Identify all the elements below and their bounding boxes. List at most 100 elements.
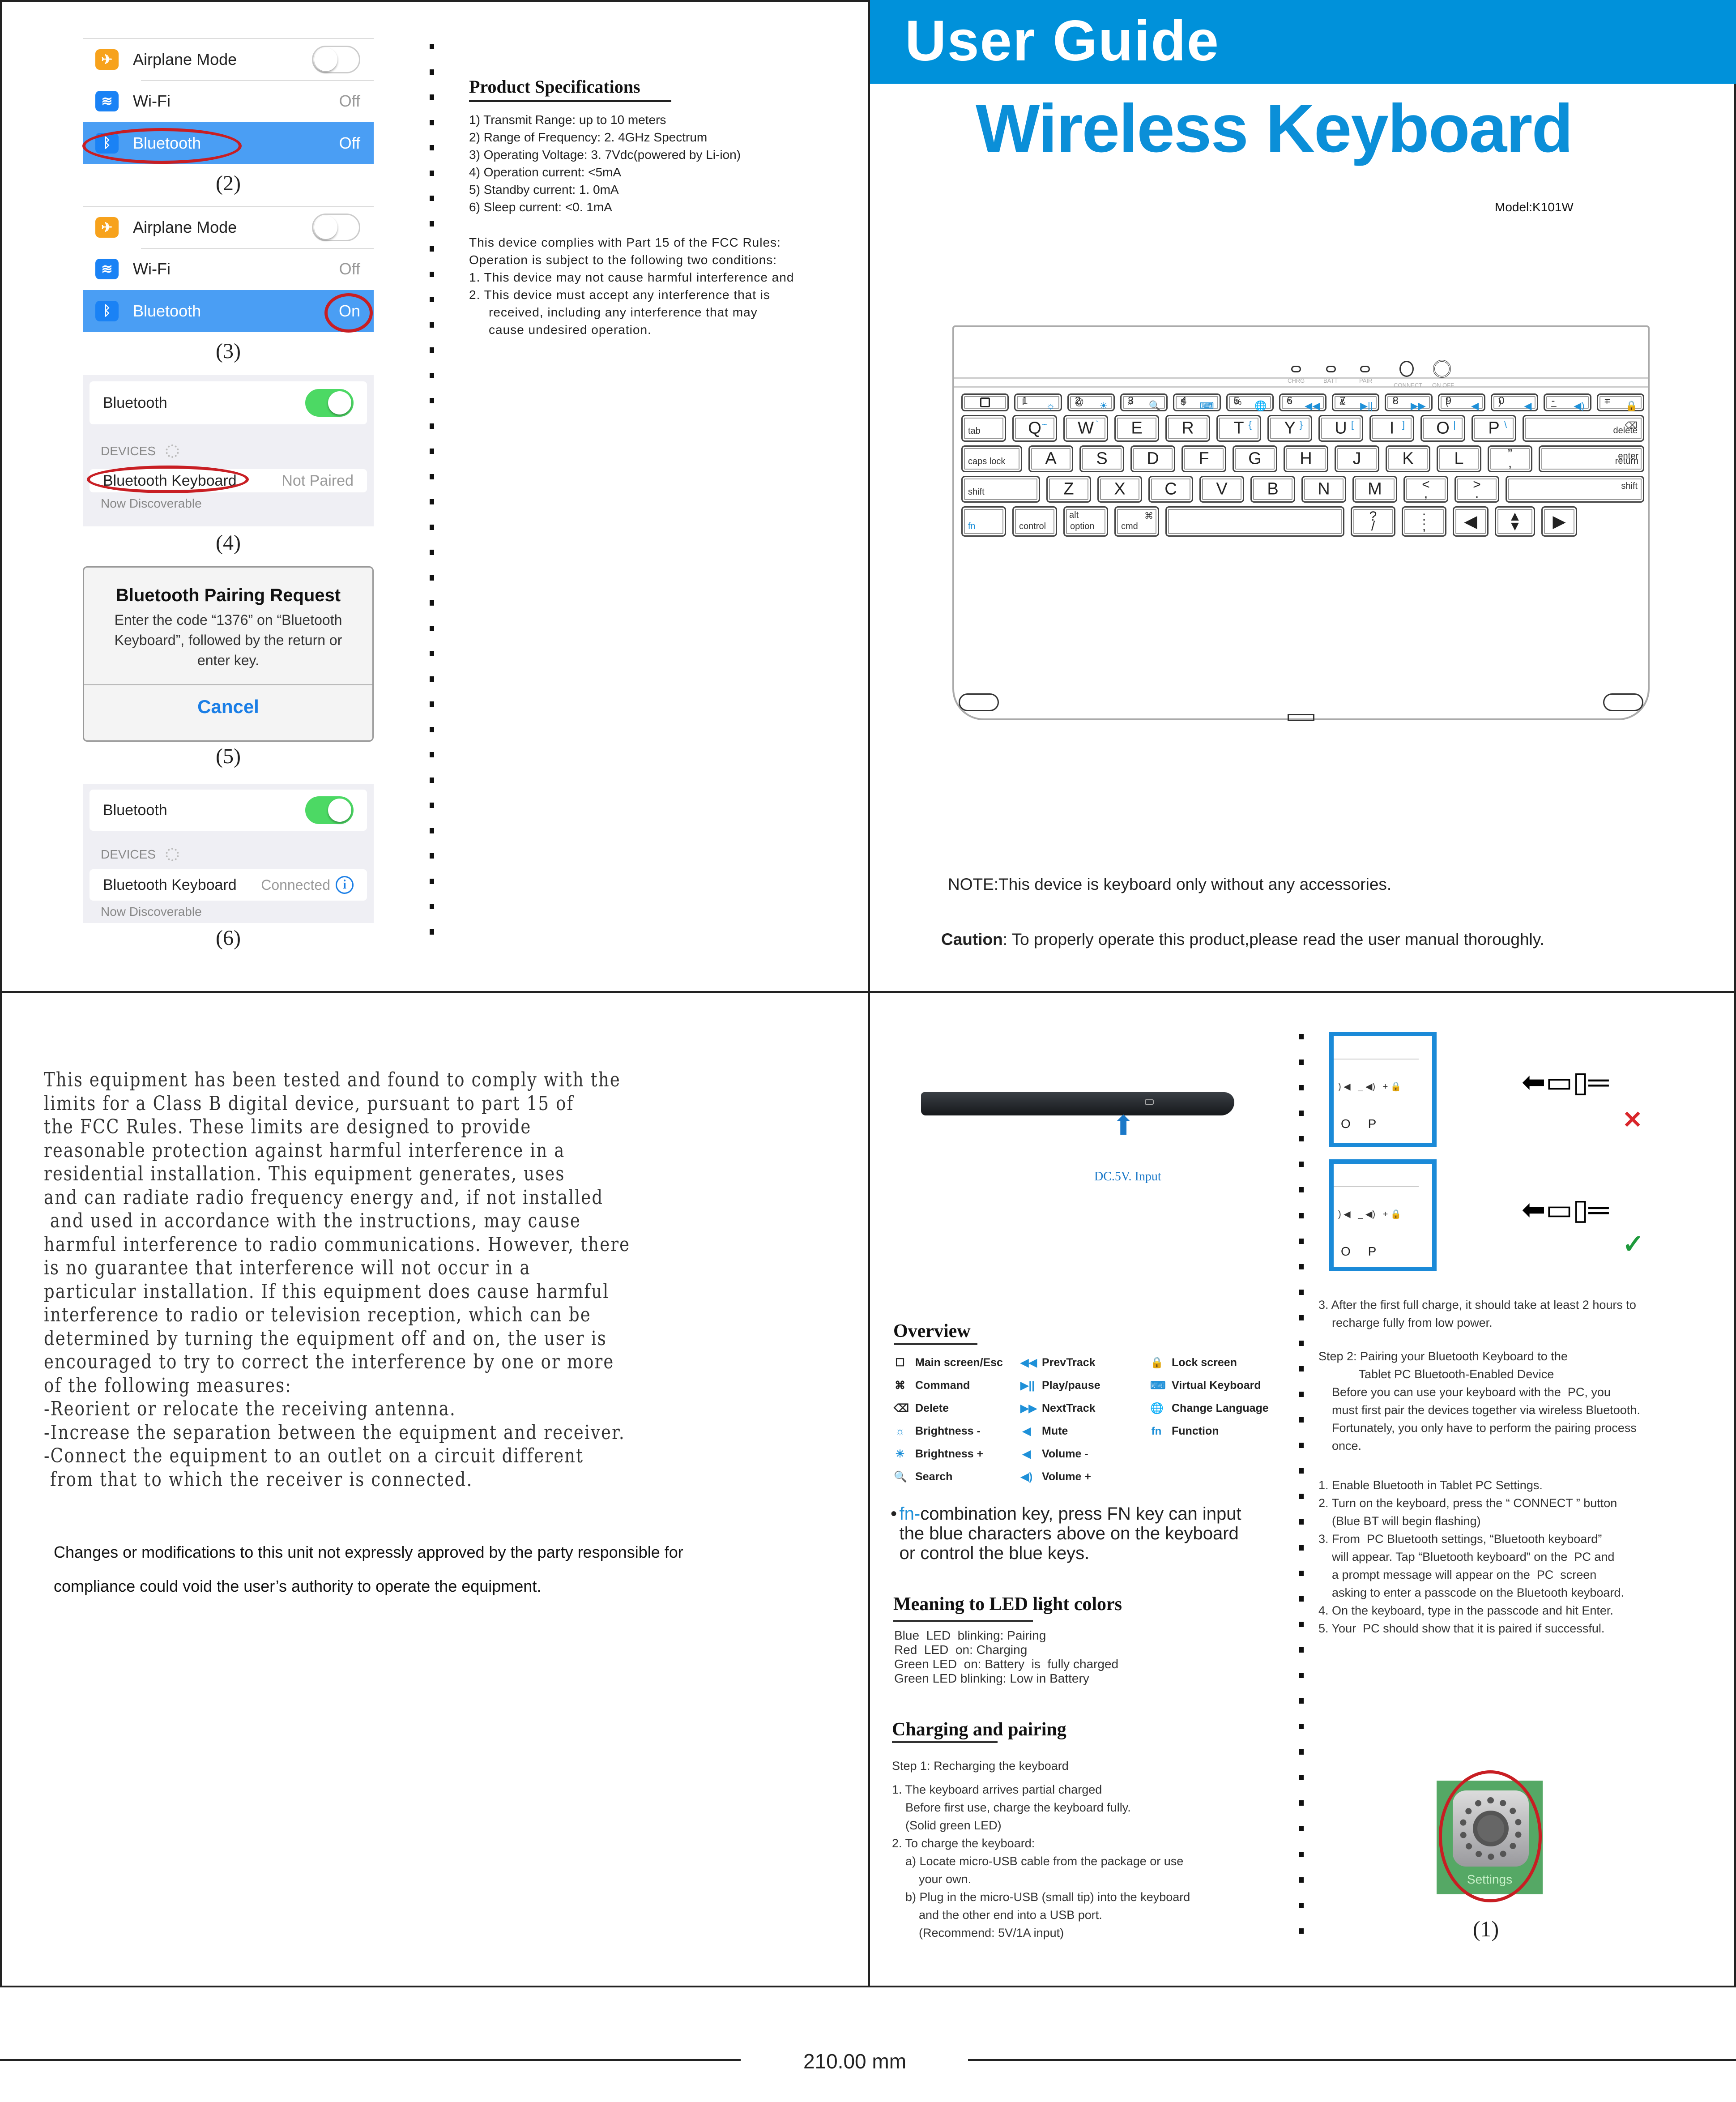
key-row5[interactable]: option alt [1063, 506, 1108, 537]
legend-label: Search [915, 1470, 953, 1483]
airplane-mode-row[interactable]: ✈ Airplane Mode [83, 38, 374, 80]
key-row1[interactable]: * 8 ▶▶ [1385, 393, 1433, 411]
text-line: Tablet PC Bluetooth-Enabled Device [1318, 1367, 1554, 1381]
key-row5[interactable]: ▼ ▲ [1495, 506, 1535, 537]
key-row4[interactable]: B [1250, 476, 1295, 503]
fn-glyph: ` [1095, 419, 1099, 430]
key-row4[interactable]: shift [1506, 476, 1644, 503]
key-row2[interactable]: delete ⌫ [1523, 415, 1644, 442]
key-row3[interactable]: H [1284, 445, 1328, 472]
airplane-mode-row[interactable]: ✈ Airplane Mode [83, 206, 374, 248]
bluetooth-toggle[interactable] [305, 389, 354, 417]
key-row2[interactable]: T{ [1216, 415, 1261, 442]
key-row1[interactable]: $4 ⌨ [1173, 393, 1221, 411]
key-row3[interactable]: ,” [1488, 445, 1532, 472]
key-row1[interactable]: & 7 ▶|| [1332, 393, 1380, 411]
highlight-ellipse [82, 128, 242, 164]
bluetooth-switch-row[interactable]: Bluetooth [90, 790, 367, 831]
key-row5[interactable]: /? [1351, 506, 1395, 537]
text-line: encouraged to try to correct the interfe… [44, 1350, 614, 1373]
key-row3[interactable]: enter return [1539, 445, 1644, 472]
connect-button[interactable] [1399, 361, 1414, 377]
key-row2[interactable]: Q ~ [1012, 415, 1057, 442]
key-row3[interactable]: S [1079, 445, 1124, 472]
text-line: Before first use, charge the keyboard fu… [892, 1801, 1131, 1814]
info-icon[interactable]: i [336, 876, 354, 894]
dialog-message: Enter the code “1376” on “Bluetooth Keyb… [114, 612, 342, 668]
key-row3[interactable]: K [1386, 445, 1430, 472]
key-row4[interactable]: N [1301, 476, 1346, 503]
text-line: reasonable protection against harmful in… [44, 1139, 565, 1162]
legend-label: Volume - [1042, 1448, 1088, 1460]
key-row2[interactable]: I] [1369, 415, 1414, 442]
key-row1[interactable]: _ - ◀) [1544, 393, 1591, 411]
cancel-button[interactable]: Cancel [84, 684, 372, 728]
key-row5[interactable]: ◀ [1453, 506, 1489, 537]
key-row3[interactable]: J [1335, 445, 1379, 472]
key-row2[interactable]: tab [961, 415, 1006, 442]
pairing-steps: 1. Enable Bluetooth in Tablet PC Setting… [1318, 1476, 1624, 1637]
key-row3[interactable]: A [1028, 445, 1073, 472]
airplane-toggle[interactable] [312, 214, 360, 241]
key-row2[interactable]: U[ [1318, 415, 1363, 442]
key-row1[interactable]: ! 1 ☼ [1014, 393, 1062, 411]
key-row2[interactable]: R [1165, 415, 1210, 442]
airplane-toggle[interactable] [312, 46, 360, 73]
charging-steps: 1. The keyboard arrives partial charged … [892, 1781, 1190, 1942]
legend-item: ◀ Volume - [1020, 1448, 1088, 1461]
pair-led [1360, 366, 1370, 372]
key-row4[interactable]: V [1199, 476, 1244, 503]
key-row4[interactable]: X [1097, 476, 1142, 503]
key-row4[interactable]: . > [1454, 476, 1499, 503]
wifi-row[interactable]: ≋ Wi-Fi Off [83, 80, 374, 122]
bluetooth-label: Bluetooth [103, 801, 167, 819]
key-row1[interactable]: + = 🔒 [1596, 393, 1644, 411]
bluetooth-toggle[interactable] [305, 796, 354, 824]
key-row4[interactable]: M [1352, 476, 1397, 503]
key-row4[interactable]: , < [1403, 476, 1448, 503]
key-row5[interactable]: control [1012, 506, 1057, 537]
text-line: and can radiate radio frequency energy a… [44, 1186, 604, 1209]
devices-header: DEVICES [83, 424, 374, 469]
key-row4[interactable]: C [1148, 476, 1193, 503]
key-row1[interactable]: (9 ◀ [1437, 393, 1486, 411]
key-row4[interactable]: shift [961, 476, 1040, 503]
key-row1[interactable]: #3 🔍 [1120, 393, 1168, 411]
key-row2[interactable]: W ` [1063, 415, 1108, 442]
key-row2[interactable]: Y} [1267, 415, 1312, 442]
key-row1[interactable]: ) 0 ◀ [1491, 393, 1539, 411]
power-switch[interactable] [1433, 360, 1451, 378]
led-meaning-list: Blue LED blinking: Pairing Red LED on: Ch… [894, 1628, 1118, 1686]
wifi-row[interactable]: ≋ Wi-Fi Off [83, 248, 374, 290]
key-row3[interactable]: L [1437, 445, 1481, 472]
key-row3[interactable]: caps lock [961, 445, 1022, 472]
home-icon [980, 397, 990, 407]
device-row[interactable]: Bluetooth Keyboard Connected i [90, 869, 367, 901]
legend-icon: ◀◀ [1020, 1357, 1037, 1369]
key-row3[interactable]: F [1182, 445, 1226, 472]
key-row2[interactable]: E [1114, 415, 1159, 442]
text-line: b) Plug in the micro-USB (small tip) int… [892, 1890, 1190, 1904]
key-row1[interactable]: % 5 🌐 [1226, 393, 1274, 411]
fcc-statement: This equipment has been tested and found… [44, 1068, 736, 1491]
key-row1[interactable]: @2 ☀ [1067, 393, 1115, 411]
fn-glyph: \ [1504, 419, 1507, 430]
key-row3[interactable]: G [1233, 445, 1277, 472]
key-row2[interactable]: O | [1420, 415, 1465, 442]
key-row5[interactable]: fn [961, 506, 1006, 537]
legend-label: Command [915, 1379, 970, 1392]
key-row1[interactable] [961, 393, 1009, 411]
key-row1[interactable]: ^ 6 ◀◀ [1279, 393, 1327, 411]
legend-icon: ▶▶ [1020, 1402, 1037, 1414]
key-row2[interactable]: P \ [1472, 415, 1516, 442]
bluetooth-switch-row[interactable]: Bluetooth [90, 381, 367, 424]
key-row5[interactable]: cmd ⌘ [1114, 506, 1159, 537]
key-row5[interactable]: ;: [1402, 506, 1446, 537]
text-line: must first pair the devices together via… [1318, 1403, 1640, 1417]
key-row3[interactable]: D [1130, 445, 1175, 472]
step-caption: (6) [216, 926, 241, 950]
key-row5[interactable] [1165, 506, 1344, 537]
key-row4[interactable]: Z [1046, 476, 1091, 503]
title-underline [469, 100, 671, 102]
key-row5[interactable]: ▶ [1541, 506, 1577, 537]
